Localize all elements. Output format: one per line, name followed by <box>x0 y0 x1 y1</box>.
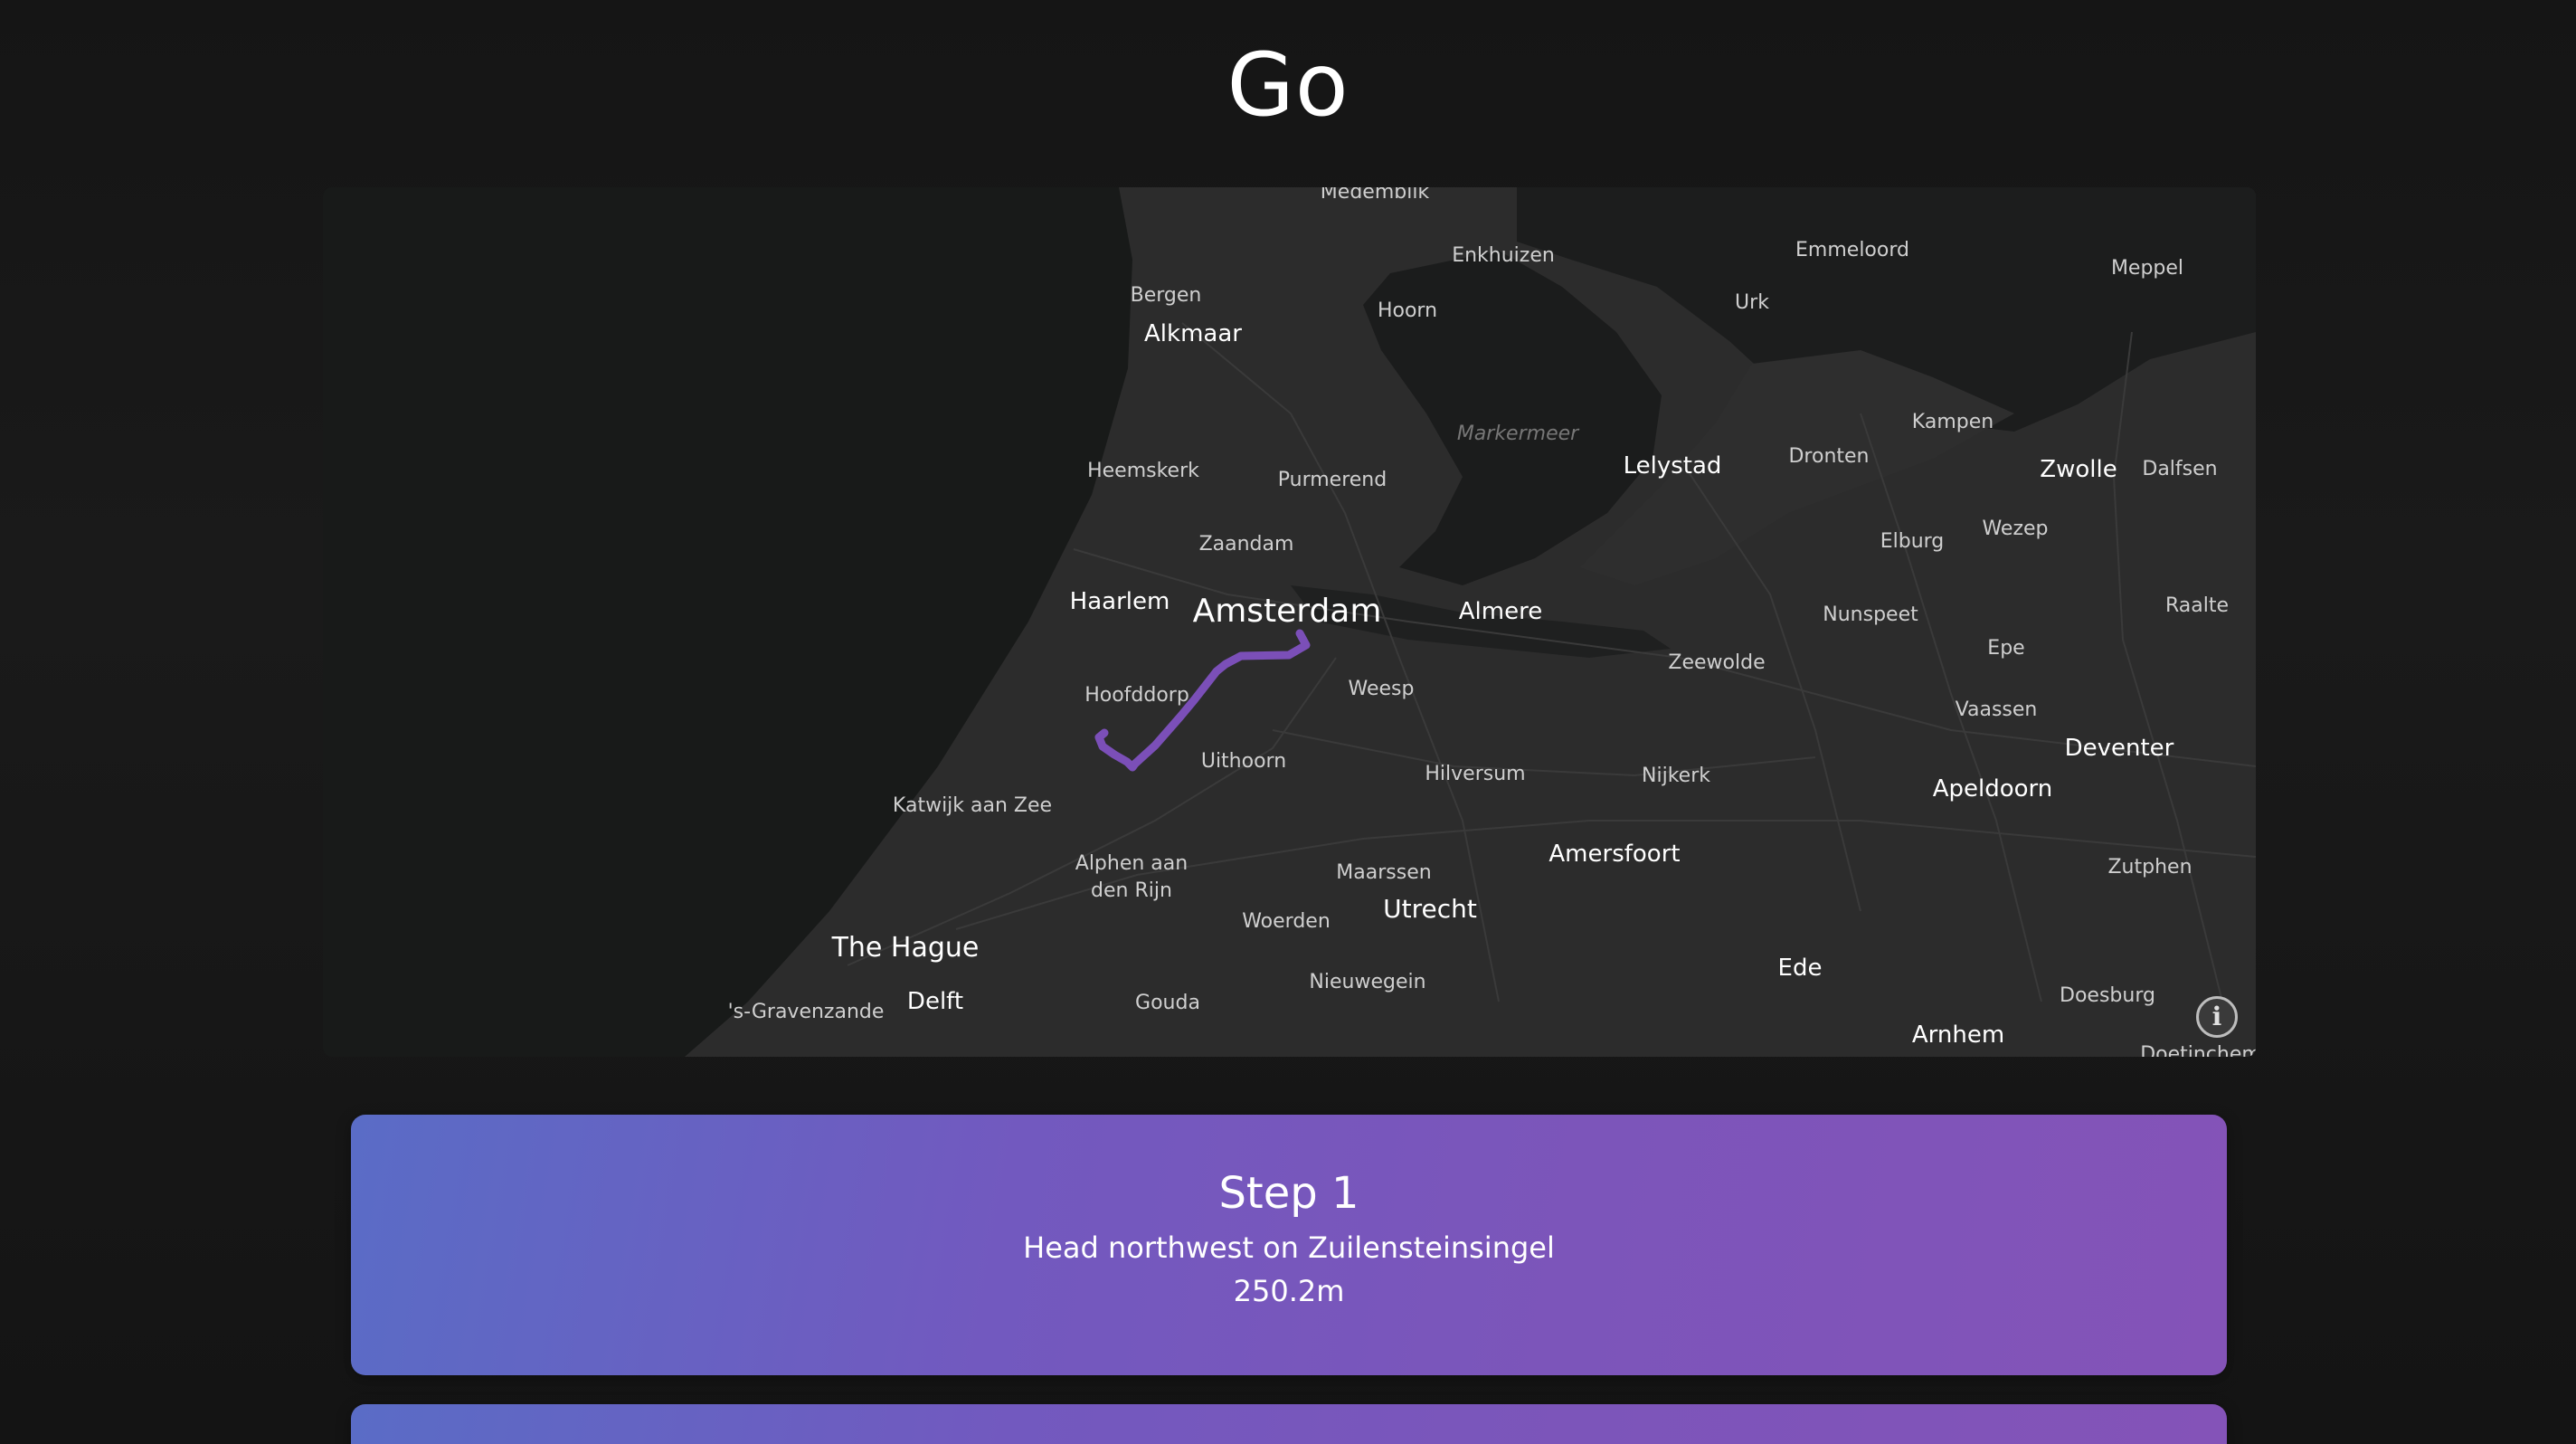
map-label-emmeloord: Emmeloord <box>1795 239 1909 261</box>
map-label-wezep: Wezep <box>1982 518 2048 540</box>
map-label-nunspeet: Nunspeet <box>1823 603 1918 626</box>
map-label-elburg: Elburg <box>1880 530 1945 553</box>
map-label-meppel: Meppel <box>2111 257 2183 280</box>
map-label-haarlem: Haarlem <box>1070 588 1170 615</box>
map-label-deventer: Deventer <box>2065 735 2174 762</box>
map-label-alphen-line1: Alphen aan <box>1075 852 1188 875</box>
step-card <box>351 1404 2227 1444</box>
step-title <box>351 1404 2227 1444</box>
map-label-zwolle: Zwolle <box>2040 456 2117 483</box>
map-attribution-info-icon[interactable]: i <box>2196 996 2238 1038</box>
route-map[interactable]: Medemblik Enkhuizen Emmeloord Meppel Urk… <box>323 187 2256 1057</box>
map-label-urk: Urk <box>1735 291 1769 314</box>
step-instruction: Head northwest on Zuilensteinsingel <box>1023 1230 1555 1265</box>
map-label-dalfsen: Dalfsen <box>2142 458 2217 480</box>
map-label-ede: Ede <box>1778 955 1823 982</box>
map-label-kampen: Kampen <box>1912 411 1994 433</box>
map-label-hoofddorp: Hoofddorp <box>1084 684 1189 707</box>
map-label-delft: Delft <box>907 988 963 1015</box>
map-label-zutphen: Zutphen <box>2107 856 2192 879</box>
map-label-alkmaar: Alkmaar <box>1144 320 1242 347</box>
map-label-apeldoorn: Apeldoorn <box>1933 775 2053 803</box>
map-label-doetinchem: Doetinchem <box>2140 1043 2256 1057</box>
step-distance: 250.2m <box>1233 1274 1345 1308</box>
map-label-gravenzande: 's-Gravenzande <box>728 1001 885 1023</box>
map-label-the-hague: The Hague <box>831 932 980 964</box>
map-label-utrecht: Utrecht <box>1383 894 1477 924</box>
map-label-markermeer: Markermeer <box>1457 423 1580 445</box>
map-label-hoorn: Hoorn <box>1378 299 1437 322</box>
map-label-enkhuizen: Enkhuizen <box>1452 244 1555 267</box>
map-label-maarssen: Maarssen <box>1336 861 1431 884</box>
step-title: Step 1 <box>1218 1168 1359 1219</box>
map-label-gouda: Gouda <box>1135 992 1200 1014</box>
map-label-alphen-line2: den Rijn <box>1091 879 1172 902</box>
map-label-lelystad: Lelystad <box>1624 452 1722 480</box>
page: Go Medemblik Enkhuizen Emmeloord Meppel … <box>0 0 2576 1444</box>
map-label-almere: Almere <box>1459 598 1542 625</box>
map-label-arnhem: Arnhem <box>1912 1021 2004 1049</box>
map-label-woerden: Woerden <box>1242 910 1331 933</box>
map-label-zaandam: Zaandam <box>1199 533 1294 556</box>
map-label-katwijk: Katwijk aan Zee <box>893 794 1052 817</box>
map-label-heemskerk: Heemskerk <box>1087 460 1199 482</box>
map-label-amsterdam: Amsterdam <box>1193 593 1382 630</box>
page-title: Go <box>1226 34 1350 136</box>
map-label-nieuwegein: Nieuwegein <box>1309 971 1425 993</box>
map-label-bergen: Bergen <box>1131 284 1202 307</box>
step-card: Step 1 Head northwest on Zuilensteinsing… <box>351 1115 2227 1375</box>
map-canvas[interactable]: Medemblik Enkhuizen Emmeloord Meppel Urk… <box>323 187 2256 1057</box>
map-label-hilversum: Hilversum <box>1425 763 1525 785</box>
map-label-weesp: Weesp <box>1349 678 1415 700</box>
map-label-purmerend: Purmerend <box>1278 469 1387 491</box>
map-label-vaassen: Vaassen <box>1956 698 2038 721</box>
map-label-amersfoort: Amersfoort <box>1548 841 1680 868</box>
map-label-nijkerk: Nijkerk <box>1642 765 1710 787</box>
map-label-medemblik: Medemblik <box>1321 187 1430 204</box>
map-label-uithoorn: Uithoorn <box>1201 750 1286 773</box>
map-label-raalte: Raalte <box>2165 594 2229 617</box>
map-label-zeewolde: Zeewolde <box>1668 651 1765 674</box>
map-label-doesburg: Doesburg <box>2060 984 2155 1007</box>
map-label-epe: Epe <box>1987 637 2024 660</box>
map-label-dronten: Dronten <box>1788 445 1869 468</box>
